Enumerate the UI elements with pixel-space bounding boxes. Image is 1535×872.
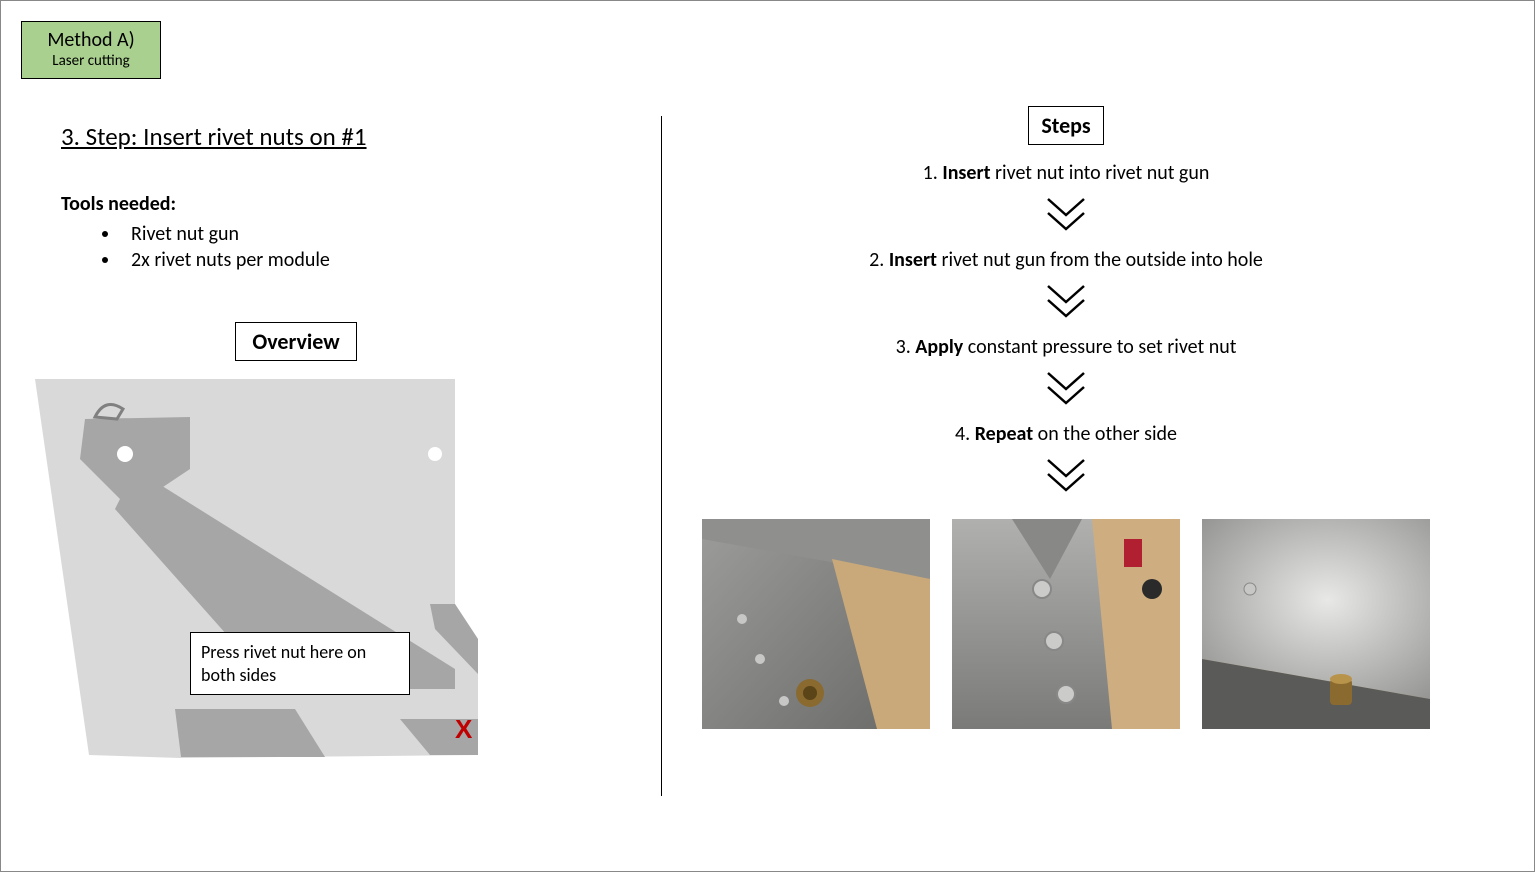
method-subtitle: Laser cutting	[32, 52, 150, 70]
photo-2	[952, 519, 1180, 729]
tool-item: Rivet nut gun	[121, 222, 601, 246]
x-mark: X	[455, 714, 472, 745]
step-text: 4. Repeat on the other side	[681, 422, 1451, 446]
chevron-down-icon	[1042, 369, 1090, 409]
chevron-down-icon	[1042, 282, 1090, 322]
right-column: Steps 1. Insert rivet nut into rivet nut…	[681, 106, 1451, 729]
tools-list: Rivet nut gun 2x rivet nuts per module	[121, 222, 601, 272]
photo-row	[681, 519, 1451, 729]
step-text: 1. Insert rivet nut into rivet nut gun	[681, 161, 1451, 185]
overview-label: Overview	[235, 322, 356, 361]
slide: Method A) Laser cutting 3. Step: Insert …	[0, 0, 1535, 872]
step-text: 3. Apply constant pressure to set rivet …	[681, 335, 1451, 359]
step-heading: 3. Step: Insert rivet nuts on #1	[61, 121, 601, 152]
photo-3	[1202, 519, 1430, 729]
chevron-down-icon	[1042, 195, 1090, 235]
tool-item: 2x rivet nuts per module	[121, 248, 601, 272]
overview-diagram: Press rivet nut here on both sides X	[35, 379, 455, 759]
method-title: Method A)	[32, 28, 150, 52]
tools-label: Tools needed:	[61, 192, 601, 216]
part-diagram-icon	[35, 379, 495, 759]
chevron-down-icon	[1042, 456, 1090, 496]
step-text: 2. Insert rivet nut gun from the outside…	[681, 248, 1451, 272]
steps-label: Steps	[1028, 106, 1103, 145]
method-tag: Method A) Laser cutting	[21, 21, 161, 79]
vertical-divider	[661, 116, 662, 796]
callout-box: Press rivet nut here on both sides	[190, 632, 410, 695]
photo-1	[702, 519, 930, 729]
left-column: 3. Step: Insert rivet nuts on #1 Tools n…	[61, 121, 601, 759]
